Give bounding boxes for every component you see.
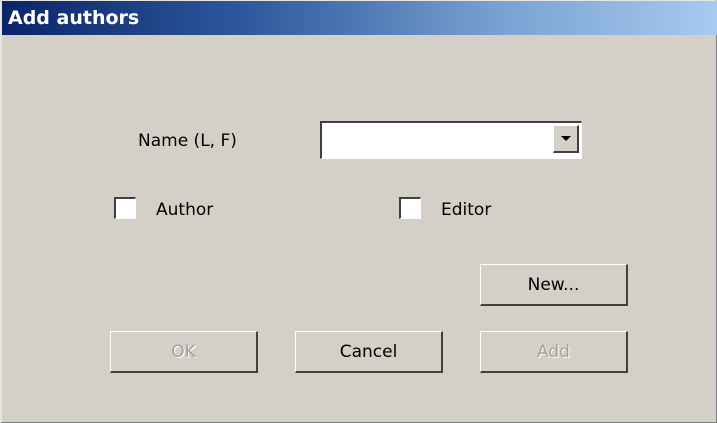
author-checkbox[interactable] <box>114 197 136 219</box>
author-label[interactable]: Author <box>156 199 213 221</box>
title-bar[interactable]: Add authors <box>2 1 717 35</box>
name-dropdown-button[interactable] <box>553 125 579 153</box>
ok-button[interactable]: OK <box>110 331 258 373</box>
new-button[interactable]: New... <box>480 264 628 306</box>
chevron-down-icon <box>561 136 571 141</box>
name-combobox[interactable] <box>320 121 582 159</box>
editor-label[interactable]: Editor <box>441 199 491 221</box>
cancel-button[interactable]: Cancel <box>295 331 443 373</box>
editor-checkbox[interactable] <box>399 197 421 219</box>
add-authors-dialog: Add authors Name (L, F) Author Editor Ne… <box>0 0 717 423</box>
name-label: Name (L, F) <box>138 131 237 151</box>
dialog-title: Add authors <box>8 7 140 29</box>
add-button[interactable]: Add <box>480 331 628 373</box>
